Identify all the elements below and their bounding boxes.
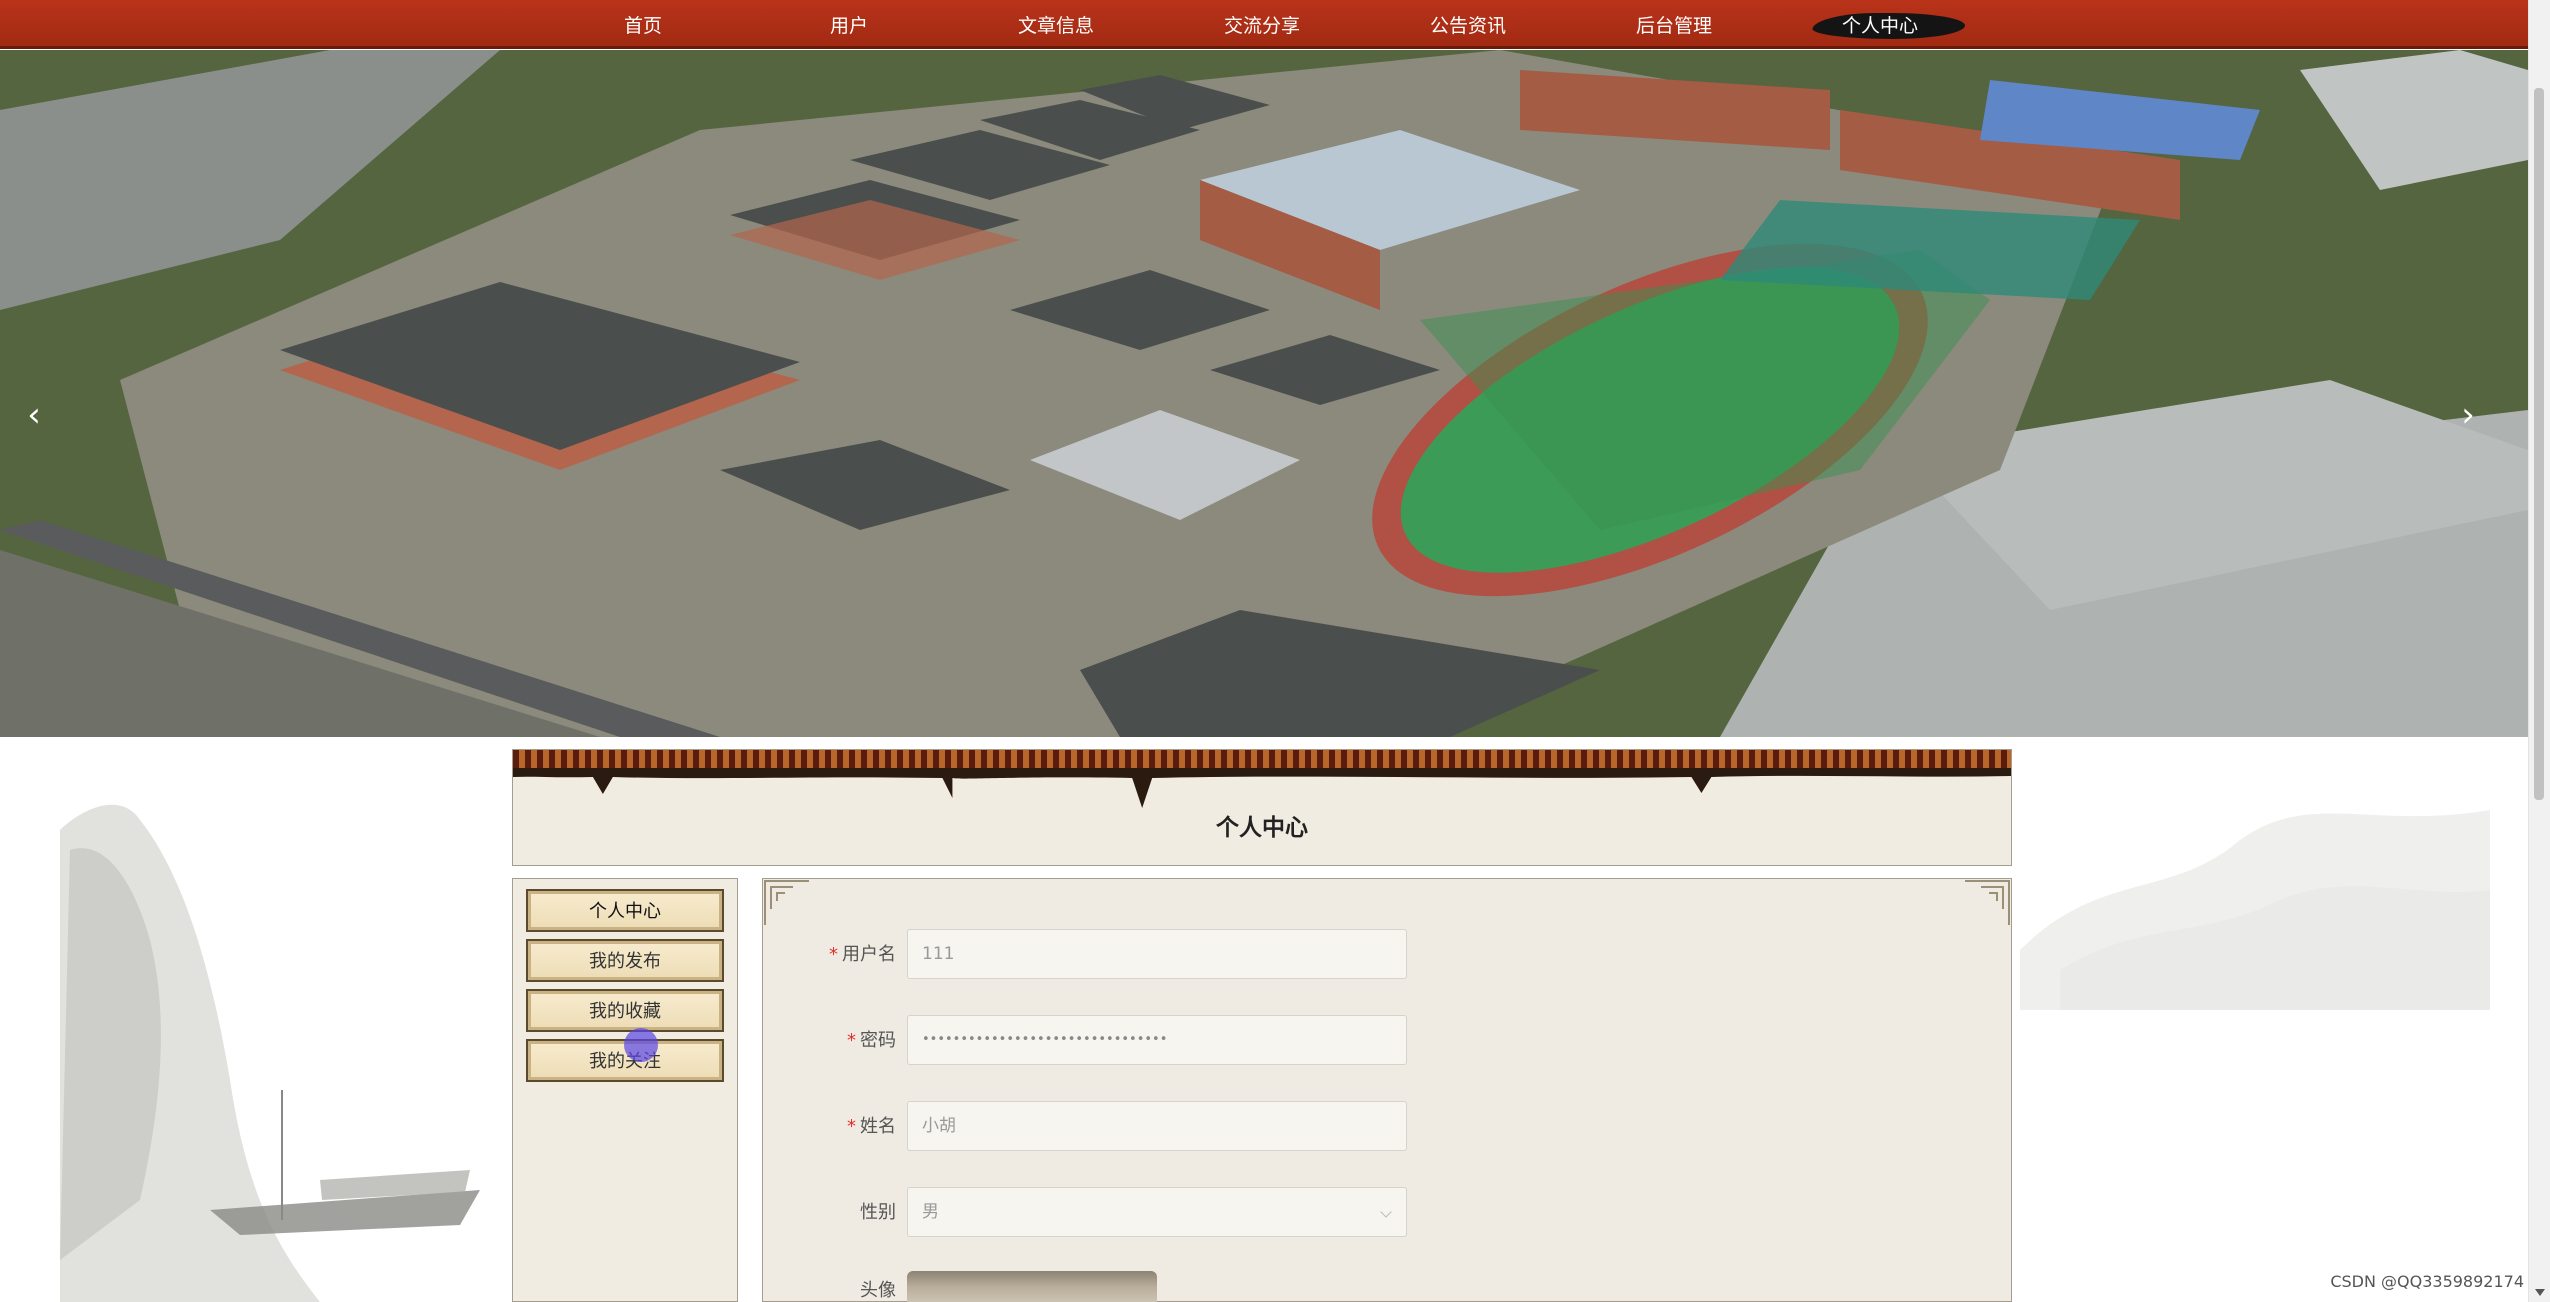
nav-articles[interactable]: 文章信息	[981, 0, 1131, 49]
nav-home-label: 首页	[623, 15, 662, 37]
password-label: * 密码	[763, 1015, 896, 1067]
avatar-label: 头像	[860, 1280, 896, 1301]
banner-carousel: ‹ ›	[0, 50, 2528, 737]
title-panel: 个人中心	[512, 749, 2012, 866]
required-mark: *	[847, 1030, 856, 1051]
banner-next-arrow[interactable]: ›	[2448, 380, 2488, 450]
name-input[interactable]: 小胡	[907, 1101, 1407, 1151]
scroll-down-arrow-icon[interactable]	[2535, 1289, 2545, 1296]
nav-articles-label: 文章信息	[1017, 15, 1094, 37]
page-scrollbar[interactable]	[2528, 0, 2550, 1302]
gender-select-value: 男	[922, 1202, 939, 1222]
username-label: * 用户名	[763, 929, 896, 981]
username-input[interactable]: 111	[907, 929, 1407, 979]
corner-ornament-left	[764, 880, 809, 925]
banner-prev-arrow[interactable]: ‹	[14, 380, 54, 450]
username-row: * 用户名 111	[763, 929, 2011, 981]
gender-label: 性别	[860, 1202, 896, 1223]
corner-ornament-right	[1965, 880, 2010, 925]
page-title: 个人中心	[1216, 815, 1308, 841]
password-label-text: 密码	[860, 1030, 896, 1051]
nav-share[interactable]: 交流分享	[1187, 0, 1337, 49]
nav-home[interactable]: 首页	[568, 0, 718, 49]
side-menu: 个人中心 我的发布 我的收藏 我的关注	[512, 878, 738, 1302]
nav-admin[interactable]: 后台管理	[1599, 0, 1749, 49]
avatar-row: 头像	[763, 1271, 2011, 1302]
nav-users-label: 用户	[829, 15, 868, 37]
gender-row: 性别 男	[763, 1187, 2011, 1239]
gender-select[interactable]: 男	[907, 1187, 1407, 1237]
nav-announcements-label: 公告资讯	[1429, 15, 1506, 37]
scrollbar-thumb[interactable]	[2534, 88, 2544, 800]
profile-form-panel: * 用户名 111 * 密码 •••••••••••••••••••••••••••…	[762, 878, 2012, 1302]
username-label-text: 用户名	[842, 944, 896, 965]
ink-drip-border	[513, 768, 2011, 808]
mouse-cursor-indicator	[624, 1028, 658, 1062]
password-input[interactable]: ••••••••••••••••••••••••••••••••	[907, 1015, 1407, 1065]
pattern-border	[513, 750, 2011, 768]
nav-announcements[interactable]: 公告资讯	[1393, 0, 1543, 49]
nav-admin-label: 后台管理	[1635, 15, 1712, 37]
required-mark: *	[847, 1116, 856, 1137]
avatar-image[interactable]	[907, 1271, 1157, 1302]
top-nav: 首页 用户 文章信息 交流分享 公告资讯 后台管理 个人中心	[0, 0, 2528, 49]
csdn-watermark: CSDN @QQ3359892174	[2330, 1272, 2524, 1291]
nav-users[interactable]: 用户	[774, 0, 924, 49]
name-label-text: 姓名	[860, 1116, 896, 1137]
side-item-personal-center[interactable]: 个人中心	[526, 889, 724, 932]
ink-painting-decoration	[60, 804, 480, 1302]
chevron-down-icon	[1380, 1206, 1392, 1218]
campus-aerial-image	[0, 50, 2528, 737]
nav-personal-center[interactable]: 个人中心	[1805, 0, 1955, 49]
name-label: * 姓名	[763, 1101, 896, 1153]
side-item-my-favorites[interactable]: 我的收藏	[526, 989, 724, 1032]
ink-mountains-decoration	[2020, 810, 2490, 1010]
nav-share-label: 交流分享	[1223, 15, 1300, 37]
side-item-my-posts[interactable]: 我的发布	[526, 939, 724, 982]
nav-personal-center-label: 个人中心	[1841, 15, 1918, 37]
password-row: * 密码 ••••••••••••••••••••••••••••••••	[763, 1015, 2011, 1067]
name-row: * 姓名 小胡	[763, 1101, 2011, 1153]
required-mark: *	[829, 944, 838, 965]
